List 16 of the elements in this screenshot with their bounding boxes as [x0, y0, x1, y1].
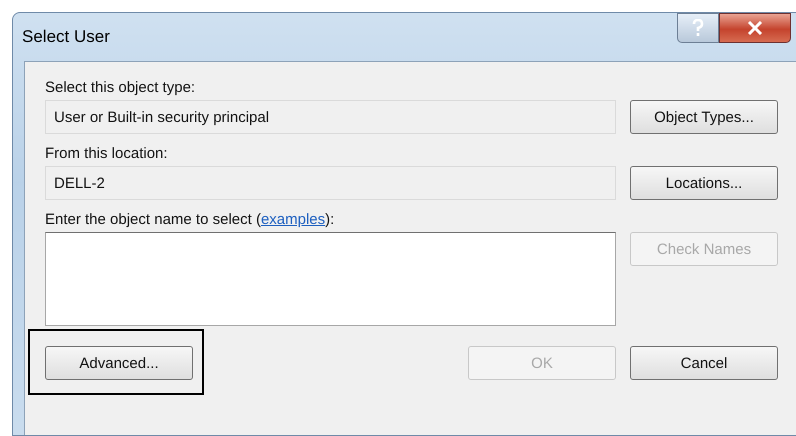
object-type-field: User or Built-in security principal	[45, 100, 616, 134]
object-type-label: Select this object type:	[45, 78, 196, 98]
object-name-label: Enter the object name to select (examples):	[45, 210, 336, 230]
help-button[interactable]	[677, 13, 719, 43]
cancel-button[interactable]: Cancel	[630, 346, 778, 380]
location-field: DELL-2	[45, 166, 616, 200]
locations-button[interactable]: Locations...	[630, 166, 778, 200]
close-icon	[747, 21, 763, 35]
object-name-input[interactable]	[45, 232, 616, 326]
advanced-button[interactable]: Advanced...	[45, 346, 193, 380]
object-types-button[interactable]: Object Types...	[630, 100, 778, 134]
question-mark-icon	[692, 19, 704, 37]
examples-link[interactable]: examples	[260, 211, 326, 228]
location-label: From this location:	[45, 144, 169, 164]
window-title: Select User	[22, 27, 110, 47]
close-button[interactable]	[719, 13, 791, 43]
